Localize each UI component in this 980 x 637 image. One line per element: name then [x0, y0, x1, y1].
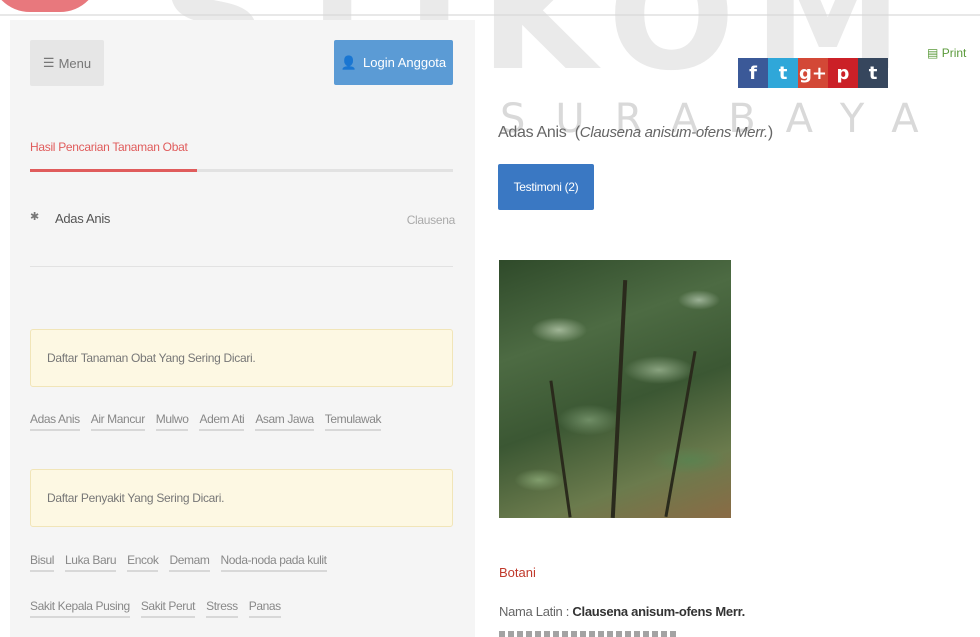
print-link[interactable]: ▤ Print [927, 46, 966, 60]
user-icon: 👤 [340, 54, 358, 70]
tag-disease[interactable]: Panas [248, 599, 281, 618]
latin-name-label: Nama Latin : [499, 604, 573, 619]
plant-photo [499, 260, 731, 518]
tag-plant[interactable]: Adem Ati [199, 412, 245, 431]
login-label: Login Anggota [363, 55, 447, 70]
tag-disease[interactable]: Bisul [30, 553, 54, 572]
plant-name: Adas Anis [498, 124, 567, 141]
left-panel: ☰ Menu 👤 Login Anggota Hasil Pencarian T… [10, 20, 475, 637]
tag-disease[interactable]: Noda-noda pada kulit [220, 553, 327, 572]
section-title: Botani [499, 565, 536, 580]
latin-name-value: Clausena anisum-ofens Merr. [572, 604, 745, 619]
latin-name-row: Nama Latin : Clausena anisum-ofens Merr. [499, 604, 745, 619]
social-share-bar: f t g+ p t [738, 58, 888, 88]
print-icon: ▤ [927, 46, 939, 60]
login-button[interactable]: 👤 Login Anggota [334, 40, 453, 85]
popular-diseases-tags-row1: Bisul Luka Baru Encok Demam Noda-noda pa… [30, 553, 327, 572]
tag-disease[interactable]: Sakit Perut [140, 599, 196, 618]
menu-button[interactable]: ☰ Menu [30, 40, 104, 86]
popular-diseases-tags-row2: Sakit Kepala Pusing Sakit Perut Stress P… [30, 599, 281, 618]
hamburger-icon: ☰ [42, 55, 55, 70]
cut-off-text-row [499, 631, 679, 637]
print-label: Print [941, 46, 967, 60]
facebook-icon[interactable]: f [738, 58, 768, 88]
tag-disease[interactable]: Sakit Kepala Pusing [30, 599, 130, 618]
result-name[interactable]: Adas Anis [55, 211, 110, 226]
tag-disease[interactable]: Encok [127, 553, 159, 572]
popular-plants-alert: Daftar Tanaman Obat Yang Sering Dicari. [30, 329, 453, 387]
tag-plant[interactable]: Adas Anis [30, 412, 80, 431]
tag-plant[interactable]: Air Mancur [90, 412, 145, 431]
tag-plant[interactable]: Temulawak [324, 412, 382, 431]
popular-plants-title: Daftar Tanaman Obat Yang Sering Dicari. [47, 351, 256, 365]
tag-disease[interactable]: Demam [169, 553, 210, 572]
google-plus-icon[interactable]: g+ [798, 58, 828, 88]
plant-latin: Clausena anisum-ofens Merr. [579, 124, 768, 141]
watermark-logo [0, 0, 100, 12]
testimoni-button[interactable]: Testimoni (2) [498, 164, 594, 210]
tumblr-icon[interactable]: t [858, 58, 888, 88]
popular-plants-tags: Adas Anis Air Mancur Mulwo Adem Ati Asam… [30, 412, 382, 431]
twitter-icon[interactable]: t [768, 58, 798, 88]
tag-plant[interactable]: Mulwo [155, 412, 189, 431]
popular-diseases-title: Daftar Penyakit Yang Sering Dicari. [47, 491, 225, 505]
pinterest-icon[interactable]: p [828, 58, 858, 88]
tag-disease[interactable]: Stress [206, 599, 238, 618]
menu-label: Menu [58, 55, 92, 71]
top-divider [0, 14, 980, 16]
plant-title: Adas Anis (Clausena anisum-ofens Merr.) [498, 124, 773, 141]
tab-active-indicator [30, 169, 197, 172]
leaf-icon: ✱ [30, 211, 40, 223]
result-divider [30, 266, 453, 267]
tag-disease[interactable]: Luka Baru [65, 553, 117, 572]
result-latin: Clausena [406, 213, 456, 227]
tab-search-results[interactable]: Hasil Pencarian Tanaman Obat [30, 140, 188, 154]
popular-diseases-alert: Daftar Penyakit Yang Sering Dicari. [30, 469, 453, 527]
tag-plant[interactable]: Asam Jawa [255, 412, 314, 431]
